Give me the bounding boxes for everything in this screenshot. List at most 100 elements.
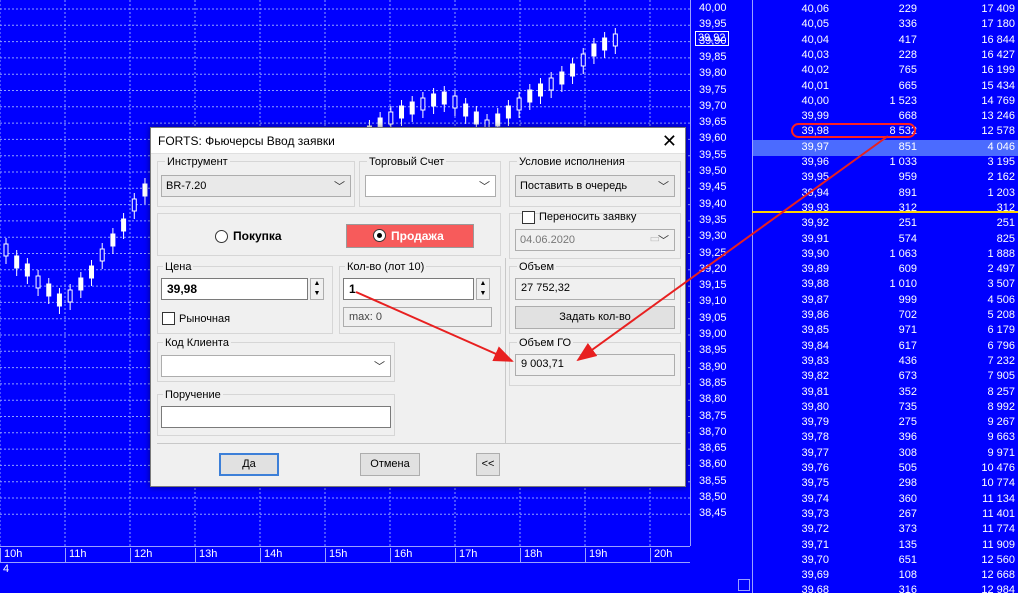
current-price-label: 39,92 <box>695 31 729 46</box>
order-book-cumulative: 6 179 <box>987 324 1015 337</box>
buy-button[interactable]: Покупка <box>196 224 326 248</box>
order-book-cumulative: 9 971 <box>987 446 1015 459</box>
order-book-volume: 316 <box>898 584 917 593</box>
stepper-up-icon[interactable]: ▲ <box>477 279 489 289</box>
price-stepper[interactable]: ▲ ▼ <box>310 278 324 300</box>
order-book-price: 39,99 <box>801 110 829 123</box>
order-book-row[interactable]: 39,94 891 1 203 <box>753 186 1018 202</box>
cancel-button[interactable]: Отмена <box>360 453 420 476</box>
order-book-row[interactable]: 39,76 505 10 476 <box>753 461 1018 477</box>
order-book-row[interactable]: 40,03 228 16 427 <box>753 48 1018 64</box>
order-book-row[interactable]: 39,78 396 9 663 <box>753 430 1018 446</box>
move-order-checkbox[interactable] <box>522 211 535 224</box>
horizontal-scrollbar[interactable] <box>0 577 752 593</box>
order-book-price: 39,84 <box>801 339 829 352</box>
candle-body <box>570 63 576 77</box>
order-book-row[interactable]: 39,70 651 12 560 <box>753 553 1018 569</box>
sell-radio[interactable] <box>373 229 386 242</box>
order-book-volume: 574 <box>898 232 917 245</box>
qty-input[interactable]: 1 <box>343 278 474 300</box>
order-book-cumulative: 16 427 <box>981 48 1015 61</box>
order-book-row[interactable]: 39,92 251 251 <box>753 216 1018 232</box>
order-book-row[interactable]: 40,05 336 17 180 <box>753 17 1018 33</box>
price-tick: 39,25 <box>699 246 727 259</box>
order-book-row[interactable]: 39,95 959 2 162 <box>753 170 1018 186</box>
order-book-row[interactable]: 39,69 108 12 668 <box>753 568 1018 584</box>
order-book-volume: 1 523 <box>889 94 917 107</box>
order-book-volume: 373 <box>898 523 917 536</box>
qty-stepper[interactable]: ▲ ▼ <box>476 278 490 300</box>
stepper-down-icon[interactable]: ▼ <box>311 289 323 299</box>
price-tick: 39,35 <box>699 213 727 226</box>
collapse-button[interactable]: << <box>476 453 500 476</box>
order-book-row[interactable]: 39,89 609 2 497 <box>753 262 1018 278</box>
order-book-row[interactable]: 39,80 735 8 992 <box>753 400 1018 416</box>
candle-body <box>505 105 511 119</box>
order-book-row[interactable]: 39,79 275 9 267 <box>753 415 1018 431</box>
stepper-up-icon[interactable]: ▲ <box>311 279 323 289</box>
order-book-price: 40,01 <box>801 79 829 92</box>
qty-label: Кол-во (лот 10) <box>345 261 427 273</box>
order-book-price: 39,79 <box>801 416 829 429</box>
order-book-row[interactable]: 39,77 308 9 971 <box>753 446 1018 462</box>
condition-select[interactable]: Поставить в очередь ﹀ <box>515 175 675 197</box>
order-book-row[interactable]: 39,72 373 11 774 <box>753 522 1018 538</box>
order-book-cumulative: 3 507 <box>987 278 1015 291</box>
order-book-row[interactable]: 39,83 436 7 232 <box>753 354 1018 370</box>
order-book-price: 39,71 <box>801 538 829 551</box>
price-input[interactable]: 39,98 <box>161 278 308 300</box>
order-book[interactable]: 40,06 229 17 409 40,05 336 17 180 40,04 417 16 8… <box>752 0 1018 593</box>
time-tick: 20h <box>650 548 672 563</box>
order-book-cumulative: 8 992 <box>987 400 1015 413</box>
set-qty-button[interactable]: Задать кол-во <box>515 306 675 329</box>
chevron-down-icon: ﹀ <box>658 235 669 247</box>
order-book-price: 39,86 <box>801 309 829 321</box>
instrument-select[interactable]: BR-7.20 ﹀ <box>161 175 351 197</box>
ok-button[interactable]: Да <box>219 453 279 476</box>
account-select[interactable]: ﹀ <box>365 175 496 197</box>
order-book-row[interactable]: 39,86 702 5 208 <box>753 308 1018 324</box>
move-order-date-picker[interactable]: 04.06.2020 ▭ ﹀ <box>515 229 675 251</box>
order-book-price: 39,76 <box>801 462 829 474</box>
order-book-row[interactable]: 39,84 617 6 796 <box>753 339 1018 355</box>
chevron-down-icon: ﹀ <box>334 181 345 193</box>
order-book-row[interactable]: 39,96 1 033 3 195 <box>753 155 1018 171</box>
order-book-row[interactable]: 40,01 665 15 434 <box>753 79 1018 95</box>
close-icon[interactable]: ✕ <box>662 131 677 151</box>
sell-button[interactable]: Продажа <box>346 224 474 248</box>
order-book-cumulative: 2 497 <box>987 263 1015 276</box>
order-book-volume: 396 <box>898 431 917 444</box>
order-book-row[interactable]: 39,74 360 11 134 <box>753 492 1018 508</box>
order-book-row[interactable]: 39,97 851 4 046 <box>753 139 1018 156</box>
order-book-row[interactable]: 40,00 1 523 14 769 <box>753 94 1018 110</box>
order-book-row[interactable]: 39,87 999 4 506 <box>753 293 1018 309</box>
order-book-row[interactable]: 39,90 1 063 1 888 <box>753 247 1018 263</box>
order-book-price: 39,94 <box>801 186 829 199</box>
order-book-volume: 228 <box>898 48 917 61</box>
order-book-row[interactable]: 39,68 316 12 984 <box>753 583 1018 593</box>
scrollbar-corner[interactable] <box>738 579 750 591</box>
order-book-row[interactable]: 39,75 298 10 774 <box>753 476 1018 492</box>
order-book-row[interactable]: 40,04 417 16 844 <box>753 33 1018 49</box>
candle-body <box>548 77 554 91</box>
order-book-row[interactable]: 39,91 574 825 <box>753 232 1018 248</box>
client-code-select[interactable]: ﹀ <box>161 355 391 377</box>
order-book-row[interactable]: 40,02 765 16 199 <box>753 63 1018 79</box>
order-book-row[interactable]: 39,88 1 010 3 507 <box>753 277 1018 293</box>
candle-body <box>559 71 565 85</box>
order-book-row[interactable]: 39,81 352 8 257 <box>753 385 1018 401</box>
instruction-input[interactable] <box>161 406 391 428</box>
order-book-row[interactable]: 39,93 312 312 <box>753 201 1018 217</box>
order-book-row[interactable]: 39,85 971 6 179 <box>753 323 1018 339</box>
order-book-cumulative: 11 134 <box>982 492 1015 505</box>
stepper-down-icon[interactable]: ▼ <box>477 289 489 299</box>
order-book-row[interactable]: 40,06 229 17 409 <box>753 2 1018 18</box>
order-book-row[interactable]: 39,71 135 11 909 <box>753 538 1018 554</box>
order-book-volume: 417 <box>898 33 917 46</box>
order-book-row[interactable]: 39,73 267 11 401 <box>753 507 1018 523</box>
order-book-highlight <box>791 123 916 138</box>
market-checkbox[interactable] <box>162 312 175 325</box>
order-book-row[interactable]: 39,82 673 7 905 <box>753 369 1018 385</box>
buy-radio[interactable] <box>215 230 228 243</box>
candle-body <box>56 293 62 307</box>
